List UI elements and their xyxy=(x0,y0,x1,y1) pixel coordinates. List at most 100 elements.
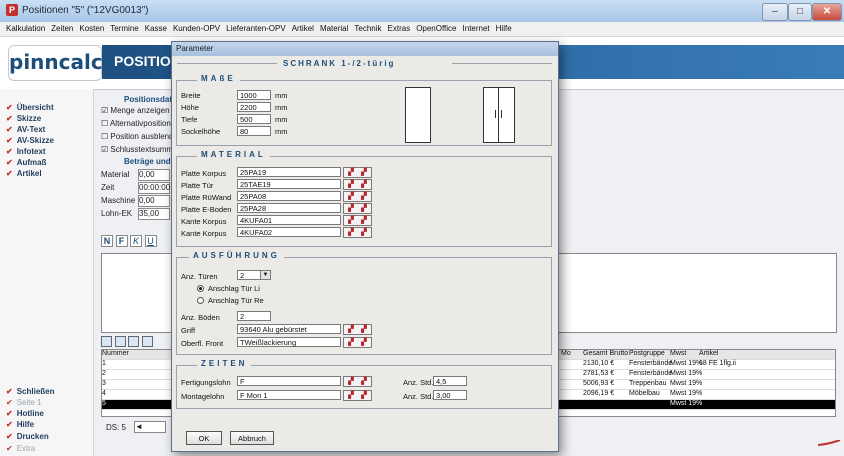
cancel-button[interactable]: Abbruch xyxy=(230,431,274,445)
material-picker-button[interactable]: ▞ ▞ xyxy=(343,215,372,226)
nav-schliessen[interactable]: ✔ Schließen xyxy=(6,387,55,396)
platte-eboden-input[interactable]: 25PA28 xyxy=(237,203,341,213)
menu-kalkulation[interactable]: Kalkulation xyxy=(6,22,45,36)
minimize-button[interactable]: – xyxy=(762,3,788,21)
table-row[interactable]: 2096,19 € Möbelbau Mwst 19% xyxy=(559,390,835,400)
nav-hotline[interactable]: ✔ Hotline xyxy=(6,409,44,418)
table-row-selected[interactable]: 5 xyxy=(102,400,172,410)
check-icon: ✔ xyxy=(6,432,13,441)
nav-hilfe[interactable]: ✔ Hilfe xyxy=(6,420,34,429)
menu-openoffice[interactable]: OpenOffice xyxy=(416,22,456,36)
table-row[interactable]: 5006,93 € Treppenbau Mwst 19% xyxy=(559,380,835,390)
nav-av-text[interactable]: ✔ AV-Text xyxy=(6,125,45,134)
nav-skizze[interactable]: ✔ Skizze xyxy=(6,114,41,123)
tiefe-input[interactable]: 500 xyxy=(237,114,271,124)
sockelhoehe-input[interactable]: 80 xyxy=(237,126,271,136)
menu-material[interactable]: Material xyxy=(320,22,348,36)
field-material[interactable]: 0,00 xyxy=(138,169,170,181)
new-row-icon[interactable] xyxy=(101,336,112,347)
format-k-button[interactable]: K xyxy=(130,235,143,247)
text-editor-area-right[interactable] xyxy=(558,253,837,333)
copy-row-icon[interactable] xyxy=(114,336,126,347)
maximize-button[interactable]: □ xyxy=(788,3,812,21)
table-row[interactable]: 2 xyxy=(102,370,172,380)
format-n-button[interactable]: N xyxy=(101,235,113,247)
fertigung-std-input[interactable]: 4,5 xyxy=(433,376,467,386)
binocular-icon: ▞ xyxy=(348,205,354,212)
montagelohn-input[interactable]: F Mon 1 xyxy=(237,390,341,400)
menu-internet[interactable]: Internet xyxy=(463,22,490,36)
kante-korpus-1-input[interactable]: 4KUFA01 xyxy=(237,215,341,225)
table-row[interactable]: 3 xyxy=(102,380,172,390)
montage-std-input[interactable]: 3,00 xyxy=(433,390,467,400)
check-schlusstext[interactable]: ☑ Schlusstextsumme xyxy=(101,145,178,154)
anschlag-re-radio[interactable] xyxy=(197,297,204,304)
field-zeit[interactable]: 00:00:00 xyxy=(138,182,170,194)
nav-drucken[interactable]: ✔ Drucken xyxy=(6,432,49,441)
anz-tueren-select[interactable]: 2 ▼ xyxy=(237,270,271,280)
material-picker-button[interactable]: ▞ ▞ xyxy=(343,167,372,178)
platte-korpus-input[interactable]: 25PA19 xyxy=(237,167,341,177)
material-picker-button[interactable]: ▞ ▞ xyxy=(343,179,372,190)
griff-input[interactable]: 93640 Alu gebürstet xyxy=(237,324,341,334)
menu-technik[interactable]: Technik xyxy=(354,22,381,36)
table-row[interactable]: 1 xyxy=(102,360,172,370)
platte-tuer-input[interactable]: 25TAE19 xyxy=(237,179,341,189)
menu-artikel[interactable]: Artikel xyxy=(292,22,314,36)
nav-uebersicht[interactable]: ✔ Übersicht xyxy=(6,103,54,112)
nav-extra[interactable]: ✔ Extra xyxy=(6,444,35,453)
lohn-picker-button[interactable]: ▞ ▞ xyxy=(343,390,372,401)
delete-row-icon[interactable] xyxy=(141,336,153,347)
check-menge[interactable]: ☑ Menge anzeigen xyxy=(101,106,170,115)
anz-boeden-input[interactable]: 2 xyxy=(237,311,271,321)
anschlag-li-radio[interactable] xyxy=(197,285,204,292)
label-anz-std: Anz. Std. xyxy=(403,378,434,387)
lohn-picker-button[interactable]: ▞ ▞ xyxy=(343,376,372,387)
check-icon: ✔ xyxy=(6,420,13,429)
kante-korpus-2-input[interactable]: 4KUFA02 xyxy=(237,227,341,237)
nav-infotext[interactable]: ✔ Infotext xyxy=(6,147,46,156)
menu-kasse[interactable]: Kasse xyxy=(145,22,167,36)
menu-hilfe[interactable]: Hilfe xyxy=(496,22,512,36)
menu-kosten[interactable]: Kosten xyxy=(79,22,104,36)
paste-row-icon[interactable] xyxy=(128,336,140,347)
table-row[interactable]: 4 xyxy=(102,390,172,400)
field-lohn-ek[interactable]: 35,00 xyxy=(138,208,170,220)
close-button[interactable]: ✕ xyxy=(812,3,842,21)
nav-av-skizze[interactable]: ✔ AV-Skizze xyxy=(6,136,54,145)
nav-seite-1[interactable]: ✔ Seite 1 xyxy=(6,398,42,407)
label-anz-tueren: Anz. Türen xyxy=(181,272,218,281)
check-ausblenden[interactable]: ☐ Position ausblende xyxy=(101,132,178,141)
oberfl-front-input[interactable]: TWeißlackierung xyxy=(237,337,341,347)
table-row[interactable]: 2781,53 € Fensterbände Mwst 19% xyxy=(559,370,835,380)
menu-lieferanten-opv[interactable]: Lieferanten-OPV xyxy=(226,22,286,36)
griff-picker-button[interactable]: ▞ ▞ xyxy=(343,324,372,335)
table-row[interactable]: 2130,10 € Fensterbände Mwst 19% 68 FE 1f… xyxy=(559,360,835,370)
grid-scrollbar[interactable]: ◄ xyxy=(134,421,166,433)
check-alternativ[interactable]: ☐ Alternativposition xyxy=(101,119,171,128)
ok-button[interactable]: OK xyxy=(186,431,222,445)
menu-termine[interactable]: Termine xyxy=(110,22,138,36)
hoehe-input[interactable]: 2200 xyxy=(237,102,271,112)
binocular-icon: ▞ xyxy=(361,392,367,399)
oberflaeche-picker-button[interactable]: ▞ ▞ xyxy=(343,337,372,348)
material-picker-button[interactable]: ▞ ▞ xyxy=(343,227,372,238)
platte-rueckwand-input[interactable]: 25PA08 xyxy=(237,191,341,201)
menu-extras[interactable]: Extras xyxy=(388,22,411,36)
menu-kunden-opv[interactable]: Kunden-OPV xyxy=(173,22,220,36)
table-row-selected[interactable]: Mwst 19% xyxy=(559,400,835,410)
menu-zeiten[interactable]: Zeiten xyxy=(51,22,73,36)
breite-input[interactable]: 1000 xyxy=(237,90,271,100)
text-editor-area[interactable] xyxy=(101,253,173,333)
format-f-button[interactable]: F xyxy=(115,235,128,247)
material-picker-button[interactable]: ▞ ▞ xyxy=(343,203,372,214)
nav-aufmass[interactable]: ✔ Aufmaß xyxy=(6,158,46,167)
nav-artikel[interactable]: ✔ Artikel xyxy=(6,169,42,178)
material-picker-button[interactable]: ▞ ▞ xyxy=(343,191,372,202)
format-u-button[interactable]: U xyxy=(144,235,157,247)
field-maschine[interactable]: 0,00 xyxy=(138,195,170,207)
zeiten-group: ZEITEN Fertigungslohn F ▞ ▞ Anz. Std. 4,5… xyxy=(176,359,552,409)
binocular-icon: ▞ xyxy=(348,217,354,224)
binocular-icon: ▞ xyxy=(348,229,354,236)
fertigungslohn-input[interactable]: F xyxy=(237,376,341,386)
